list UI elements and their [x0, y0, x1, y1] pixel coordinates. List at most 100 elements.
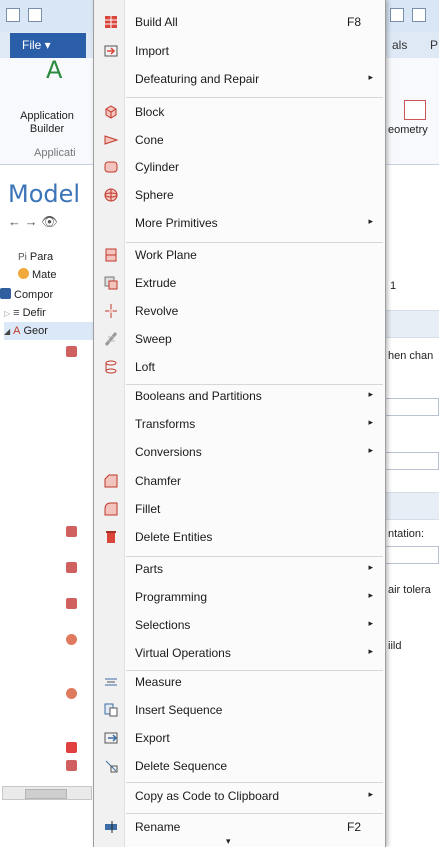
ribbon-tab-fragment[interactable]: P: [430, 38, 438, 52]
submenu-arrow-icon: ▸: [368, 72, 373, 82]
delete-entities-icon: [106, 531, 116, 543]
menu-item-label: More Primitives: [135, 216, 218, 230]
submenu-arrow-icon: ▸: [368, 646, 373, 656]
menu-item-label: Export: [135, 731, 170, 745]
tree-horizontal-scrollbar[interactable]: [2, 786, 92, 800]
model-builder-title: Model: [8, 180, 81, 208]
menu-item-label: Block: [135, 105, 165, 119]
menu-item-cylinder[interactable]: Cylinder: [94, 153, 385, 181]
menu-item-label: Work Plane: [135, 248, 197, 262]
menu-item-build-all[interactable]: Build All F8: [94, 8, 385, 36]
menu-item-revolve[interactable]: Revolve: [94, 297, 385, 325]
collapse-arrow-icon[interactable]: ◢: [4, 327, 10, 336]
menu-item-label: Conversions: [135, 445, 202, 459]
menu-item-chamfer[interactable]: Chamfer: [94, 467, 385, 495]
menu-item-block[interactable]: Block: [94, 98, 385, 126]
menu-item-sphere[interactable]: Sphere: [94, 181, 385, 209]
cone-icon: [104, 135, 119, 145]
menu-separator: [126, 556, 383, 557]
geometry-node-icon[interactable]: [66, 526, 77, 537]
setting-value-fragment[interactable]: 1: [390, 280, 396, 292]
tree-navigation-arrows[interactable]: ← → 👁: [8, 214, 58, 230]
settings-field[interactable]: [384, 452, 439, 470]
setting-label-fragment: hen chan: [388, 350, 434, 362]
geometry-node-icon[interactable]: [66, 598, 77, 609]
menu-item-loft[interactable]: Loft: [94, 353, 385, 381]
menu-item-label: Cone: [135, 133, 164, 147]
menu-item-insert-sequence[interactable]: Insert Sequence: [94, 696, 385, 724]
move-node-icon[interactable]: [66, 760, 77, 771]
rotate-node-icon[interactable]: [66, 688, 77, 699]
tree-item-label: Para: [29, 251, 54, 263]
menu-item-work-plane[interactable]: Work Plane: [94, 241, 385, 269]
menu-item-label: Booleans and Partitions: [135, 389, 262, 403]
setting-label-fragment: ntation:: [388, 528, 425, 540]
menu-item-import[interactable]: Import: [94, 37, 385, 65]
menu-item-defeaturing-and-repair[interactable]: Defeaturing and Repair ▸: [94, 65, 385, 93]
work-plane-node-icon[interactable]: [66, 346, 77, 357]
tree-item-definitions[interactable]: ▷ ≡ Defir: [4, 304, 46, 322]
geometry-import-icon[interactable]: [404, 100, 426, 120]
import-icon: [104, 45, 118, 57]
settings-section-band: [384, 492, 439, 520]
menu-item-label: Cylinder: [135, 160, 180, 174]
setting-label-fragment: iild: [388, 640, 402, 652]
undo-icon[interactable]: [412, 8, 426, 22]
menu-item-rename[interactable]: Rename F2: [94, 813, 385, 841]
menu-item-fillet[interactable]: Fillet: [94, 495, 385, 523]
menu-item-label: Insert Sequence: [135, 703, 223, 717]
menu-scroll-down-icon[interactable]: ▾: [226, 836, 231, 847]
application-builder-button[interactable]: Application Builder: [2, 110, 92, 136]
menu-item-conversions[interactable]: Conversions ▸: [94, 438, 385, 466]
menu-item-label: Fillet: [135, 502, 161, 516]
menu-item-programming[interactable]: Programming ▸: [94, 583, 385, 611]
geometry-context-menu: Build All F8 Import Defeaturing and Repair ▸…: [93, 0, 386, 847]
param-icon: Pi: [18, 252, 27, 263]
menu-item-transforms[interactable]: Transforms ▸: [94, 410, 385, 438]
tree-item-geometry[interactable]: ◢ A Geor: [4, 322, 94, 340]
menu-item-label: Virtual Operations: [135, 646, 231, 660]
new-file-icon[interactable]: [28, 8, 42, 22]
menu-separator: [126, 670, 383, 671]
scrollbar-thumb[interactable]: [25, 789, 67, 799]
menu-item-export[interactable]: Export: [94, 724, 385, 752]
geometry-node-icon[interactable]: [66, 562, 77, 573]
build-all-icon: [105, 16, 117, 28]
menu-item-delete-sequence[interactable]: Delete Sequence: [94, 752, 385, 780]
menu-separator: [126, 813, 383, 814]
ribbon-tab-fragment[interactable]: als: [392, 38, 407, 52]
geometry-icon: A: [13, 325, 21, 337]
settings-field[interactable]: [384, 398, 439, 416]
menu-item-sweep[interactable]: Sweep: [94, 325, 385, 353]
geometry-button[interactable]: eometry: [388, 124, 428, 137]
file-tab[interactable]: File ▾: [10, 33, 86, 58]
menu-item-booleans-and-partitions[interactable]: Booleans and Partitions ▸: [94, 382, 385, 410]
expand-arrow-icon[interactable]: ▷: [4, 309, 10, 318]
menu-item-more-primitives[interactable]: More Primitives ▸: [94, 209, 385, 237]
submenu-arrow-icon: ▸: [368, 389, 373, 399]
shortcut-key: F8: [346, 15, 361, 29]
menu-item-extrude[interactable]: Extrude: [94, 269, 385, 297]
menu-item-virtual-operations[interactable]: Virtual Operations ▸: [94, 639, 385, 667]
menu-item-cone[interactable]: Cone: [94, 126, 385, 154]
menu-item-copy-as-code-to-clipboard[interactable]: Copy as Code to Clipboard ▸: [94, 782, 385, 810]
menu-item-parts[interactable]: Parts ▸: [94, 555, 385, 583]
block-icon: [105, 105, 117, 119]
application-builder-icon[interactable]: A: [46, 56, 62, 84]
menu-item-label: Transforms: [135, 417, 196, 431]
menu-item-delete-entities[interactable]: Delete Entities: [94, 523, 385, 551]
tree-item-parameters[interactable]: Pi Para: [18, 248, 53, 266]
tree-item-component[interactable]: Compor: [0, 286, 53, 304]
submenu-arrow-icon: ▸: [368, 445, 373, 455]
menu-item-label: Programming: [135, 590, 208, 604]
menu-item-selections[interactable]: Selections ▸: [94, 611, 385, 639]
tree-item-label: Compor: [14, 289, 54, 301]
tree-item-materials[interactable]: Mate: [18, 266, 56, 284]
revolve-icon: [105, 304, 117, 318]
menu-item-measure[interactable]: Measure: [94, 668, 385, 696]
rotate-node-icon[interactable]: [66, 634, 77, 645]
union-node-icon[interactable]: [66, 742, 77, 753]
app-logo-icon: [6, 8, 20, 22]
save-icon[interactable]: [390, 8, 404, 22]
settings-field[interactable]: [384, 546, 439, 564]
